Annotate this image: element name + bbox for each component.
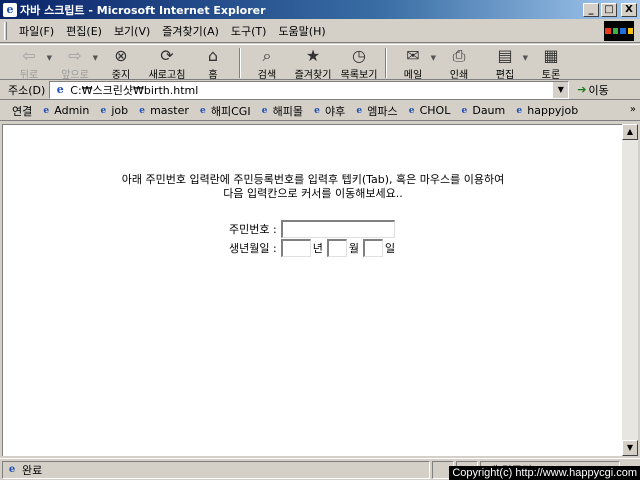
link-chol[interactable]: e CHOL <box>406 104 451 117</box>
ie-page-icon: e <box>200 105 206 116</box>
menu-edit[interactable]: 편집(E) <box>60 21 108 41</box>
mail-button[interactable]: ✉ 메일 ▼ <box>390 46 436 81</box>
day-unit: 일 <box>384 242 396 255</box>
ie-page-icon: e <box>516 105 523 116</box>
link-happymall[interactable]: e 해피몰 <box>259 103 303 119</box>
stop-icon: ⊗ <box>114 46 128 65</box>
link-job[interactable]: e job <box>97 104 128 117</box>
ie-page-icon: e <box>261 105 268 116</box>
address-bar: 주소(D) e C:₩스크린샷₩birth.html ▼ ➔ 이동 <box>0 80 640 100</box>
link-empas[interactable]: e 엠파스 <box>353 103 397 119</box>
done-page-icon: e <box>8 463 16 475</box>
link-master[interactable]: e master <box>136 104 189 117</box>
print-icon: ⎙ <box>452 46 466 65</box>
scroll-down-icon[interactable]: ▼ <box>622 440 638 456</box>
ie-page-icon: e <box>100 105 107 116</box>
page-content: 아래 주민번호 입력란에 주민등록번호를 입력후 텝키(Tab), 혹은 마우스… <box>2 124 622 456</box>
menu-bar: 파일(F) 편집(E) 보기(V) 즐겨찾기(A) 도구(T) 도움말(H) <box>0 19 640 43</box>
go-button[interactable]: ➔ 이동 <box>577 82 608 98</box>
menu-view[interactable]: 보기(V) <box>108 21 156 41</box>
month-unit: 월 <box>348 242 359 255</box>
standard-toolbar: ⇦ 뒤로 ▼ ⇨ 앞으로 ▼ ⊗ 중지 ⟳ 새로고침 ⌂ 홈 ⌕ 검색 ★ 즐겨… <box>0 44 640 81</box>
refresh-icon: ⟳ <box>160 46 174 65</box>
scroll-up-icon[interactable]: ▲ <box>622 124 638 140</box>
stop-button[interactable]: ⊗ 중지 <box>98 46 144 81</box>
menu-file[interactable]: 파일(F) <box>13 21 60 41</box>
back-button[interactable]: ⇦ 뒤로 ▼ <box>6 46 52 81</box>
mail-icon: ✉ <box>406 46 420 65</box>
status-pane: e 완료 <box>2 460 430 479</box>
year-unit: 년 <box>312 242 323 255</box>
menu-help[interactable]: 도움말(H) <box>272 21 331 41</box>
address-dropdown-icon[interactable]: ▼ <box>552 81 569 98</box>
search-button[interactable]: ⌕ 검색 <box>244 46 290 81</box>
favorites-button[interactable]: ★ 즐겨찾기 <box>290 46 336 81</box>
toolbar-separator <box>385 48 387 78</box>
link-happyjob[interactable]: e happyjob <box>513 104 578 117</box>
history-button[interactable]: ◷ 목록보기 <box>336 46 382 81</box>
ie-page-icon: e <box>408 105 415 116</box>
birth-row: 생년월일 : 년 월 일 <box>229 239 395 257</box>
menu-favorites[interactable]: 즐겨찾기(A) <box>156 21 225 41</box>
window-title: 자바 스크립트 - Microsoft Internet Explorer <box>20 3 266 17</box>
discuss-button[interactable]: ▦ 토론 <box>528 46 574 81</box>
forward-button[interactable]: ⇨ 앞으로 ▼ <box>52 46 98 81</box>
favorites-icon: ★ <box>305 46 321 65</box>
day-input[interactable] <box>362 239 383 257</box>
address-label: 주소(D) <box>8 83 46 97</box>
history-icon: ◷ <box>352 46 366 65</box>
forward-arrow-icon: ⇨ <box>68 46 82 65</box>
discuss-icon: ▦ <box>543 46 559 65</box>
ie-page-icon: e <box>461 105 468 116</box>
link-daum[interactable]: e Daum <box>458 104 505 117</box>
ssn-input[interactable] <box>280 220 395 238</box>
windows-logo-icon <box>604 21 634 41</box>
maximize-button[interactable]: □ <box>601 2 617 17</box>
links-label: 연결 <box>12 104 33 118</box>
refresh-button[interactable]: ⟳ 새로고침 <box>144 46 190 81</box>
copyright-watermark: Copyright(c) http://www.happycgi.com <box>449 466 640 480</box>
link-admin[interactable]: e Admin <box>40 104 89 117</box>
ie-page-icon: e <box>356 105 363 116</box>
ssn-label: 주민번호 : <box>229 223 277 236</box>
year-input[interactable] <box>280 239 311 257</box>
month-input[interactable] <box>326 239 347 257</box>
search-icon: ⌕ <box>262 46 272 65</box>
ie-page-icon: e <box>314 105 320 116</box>
page-icon: e <box>56 82 64 96</box>
ie-logo-icon: e <box>3 2 17 17</box>
title-bar: e 자바 스크립트 - Microsoft Internet Explorer … <box>0 0 640 19</box>
instruction-line-1: 아래 주민번호 입력란에 주민등록번호를 입력후 텝키(Tab), 혹은 마우스… <box>121 173 505 186</box>
ie-page-icon: e <box>139 105 145 116</box>
close-button[interactable]: X <box>621 2 637 17</box>
ssn-row: 주민번호 : <box>229 220 395 238</box>
toolbar-separator <box>239 48 241 78</box>
print-button[interactable]: ⎙ 인쇄 <box>436 46 482 81</box>
ie-page-icon: e <box>43 105 50 116</box>
back-arrow-icon: ⇦ <box>22 46 36 65</box>
home-icon: ⌂ <box>207 46 219 65</box>
links-bar: 연결 e Admin e job e master e 해피CGI e 해피몰 e 야후 e… <box>0 101 640 121</box>
vertical-scrollbar[interactable]: ▲ ▼ <box>622 124 638 456</box>
edit-icon: ▤ <box>497 46 513 65</box>
links-more-chevron-icon[interactable]: » <box>630 104 636 115</box>
address-input[interactable]: e C:₩스크린샷₩birth.html ▼ <box>49 80 570 99</box>
link-yahoo[interactable]: e 야후 <box>311 103 345 119</box>
instruction-text: 아래 주민번호 입력란에 주민등록번호를 입력후 텝키(Tab), 혹은 마우스… <box>3 173 623 201</box>
menu-tools[interactable]: 도구(T) <box>225 21 273 41</box>
minimize-button[interactable]: _ <box>583 2 599 17</box>
menu-grip[interactable] <box>4 21 7 40</box>
go-arrow-icon: ➔ <box>577 83 587 96</box>
status-text: 완료 <box>22 463 43 477</box>
address-value[interactable]: C:₩스크린샷₩birth.html <box>70 82 198 98</box>
edit-button[interactable]: ▤ 편집 ▼ <box>482 46 528 81</box>
home-button[interactable]: ⌂ 홈 <box>190 46 236 81</box>
instruction-line-2: 다음 입력칸으로 커서를 이동해보세요.. <box>223 187 403 200</box>
birth-label: 생년월일 : <box>229 242 277 255</box>
link-happycgi[interactable]: e 해피CGI <box>197 103 251 119</box>
